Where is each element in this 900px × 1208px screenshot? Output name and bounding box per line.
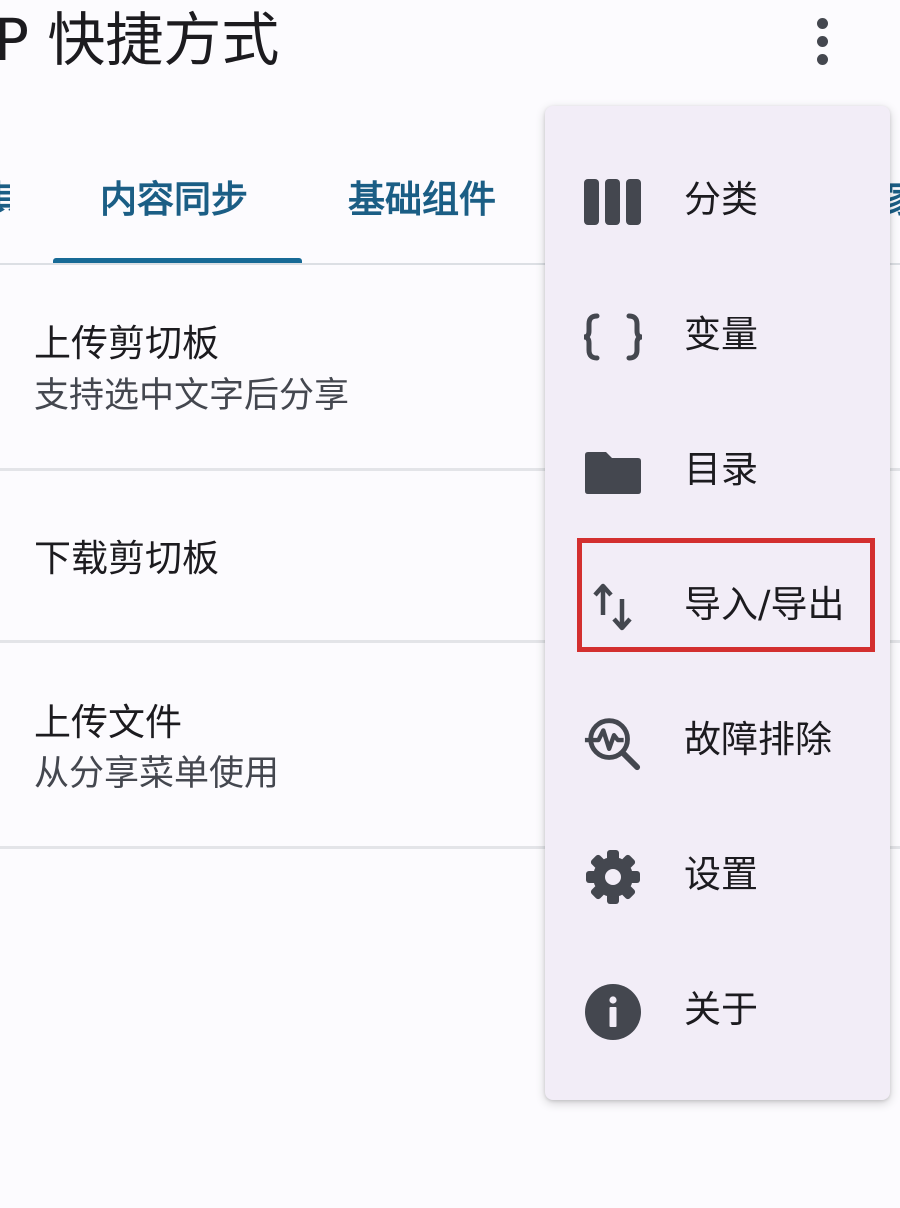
menu-item-label: 目录 (684, 448, 758, 491)
tab-content-sync[interactable]: 内容同步 (100, 174, 248, 226)
menu-item-label: 故障排除 (684, 718, 832, 761)
columns-icon (583, 172, 643, 232)
menu-item-label: 分类 (684, 178, 758, 221)
curly-braces-icon (583, 307, 643, 367)
list-item-subtitle: 从分享菜单使用 (34, 754, 280, 794)
list-item-title: 下载剪切板 (34, 537, 219, 580)
list-item-title: 上传剪切板 (34, 322, 219, 365)
menu-item-directory[interactable]: 目录 (545, 402, 890, 536)
info-icon (583, 982, 643, 1042)
highlight-box (577, 538, 875, 652)
list-item-title: 上传文件 (34, 701, 182, 744)
menu-item-variables[interactable]: 变量 (545, 267, 890, 401)
menu-item-settings[interactable]: 设置 (545, 807, 890, 941)
menu-item-about[interactable]: 关于 (545, 942, 890, 1076)
app-bar: P 快捷方式 (0, 0, 900, 90)
gear-icon (583, 847, 643, 907)
menu-item-categories[interactable]: 分类 (545, 132, 890, 266)
menu-item-label: 设置 (684, 853, 758, 896)
menu-item-label: 变量 (684, 313, 758, 356)
troubleshoot-icon (583, 712, 643, 772)
app-title: P 快捷方式 (0, 6, 280, 74)
folder-icon (583, 442, 643, 502)
list-item-subtitle: 支持选中文字后分享 (34, 376, 350, 416)
menu-item-label: 关于 (684, 988, 758, 1031)
more-options-icon[interactable] (796, 10, 848, 72)
tab-basic-components[interactable]: 基础组件 (348, 174, 496, 226)
menu-item-troubleshoot[interactable]: 故障排除 (545, 672, 890, 806)
tab-partial-left[interactable]: 其 (0, 174, 10, 226)
